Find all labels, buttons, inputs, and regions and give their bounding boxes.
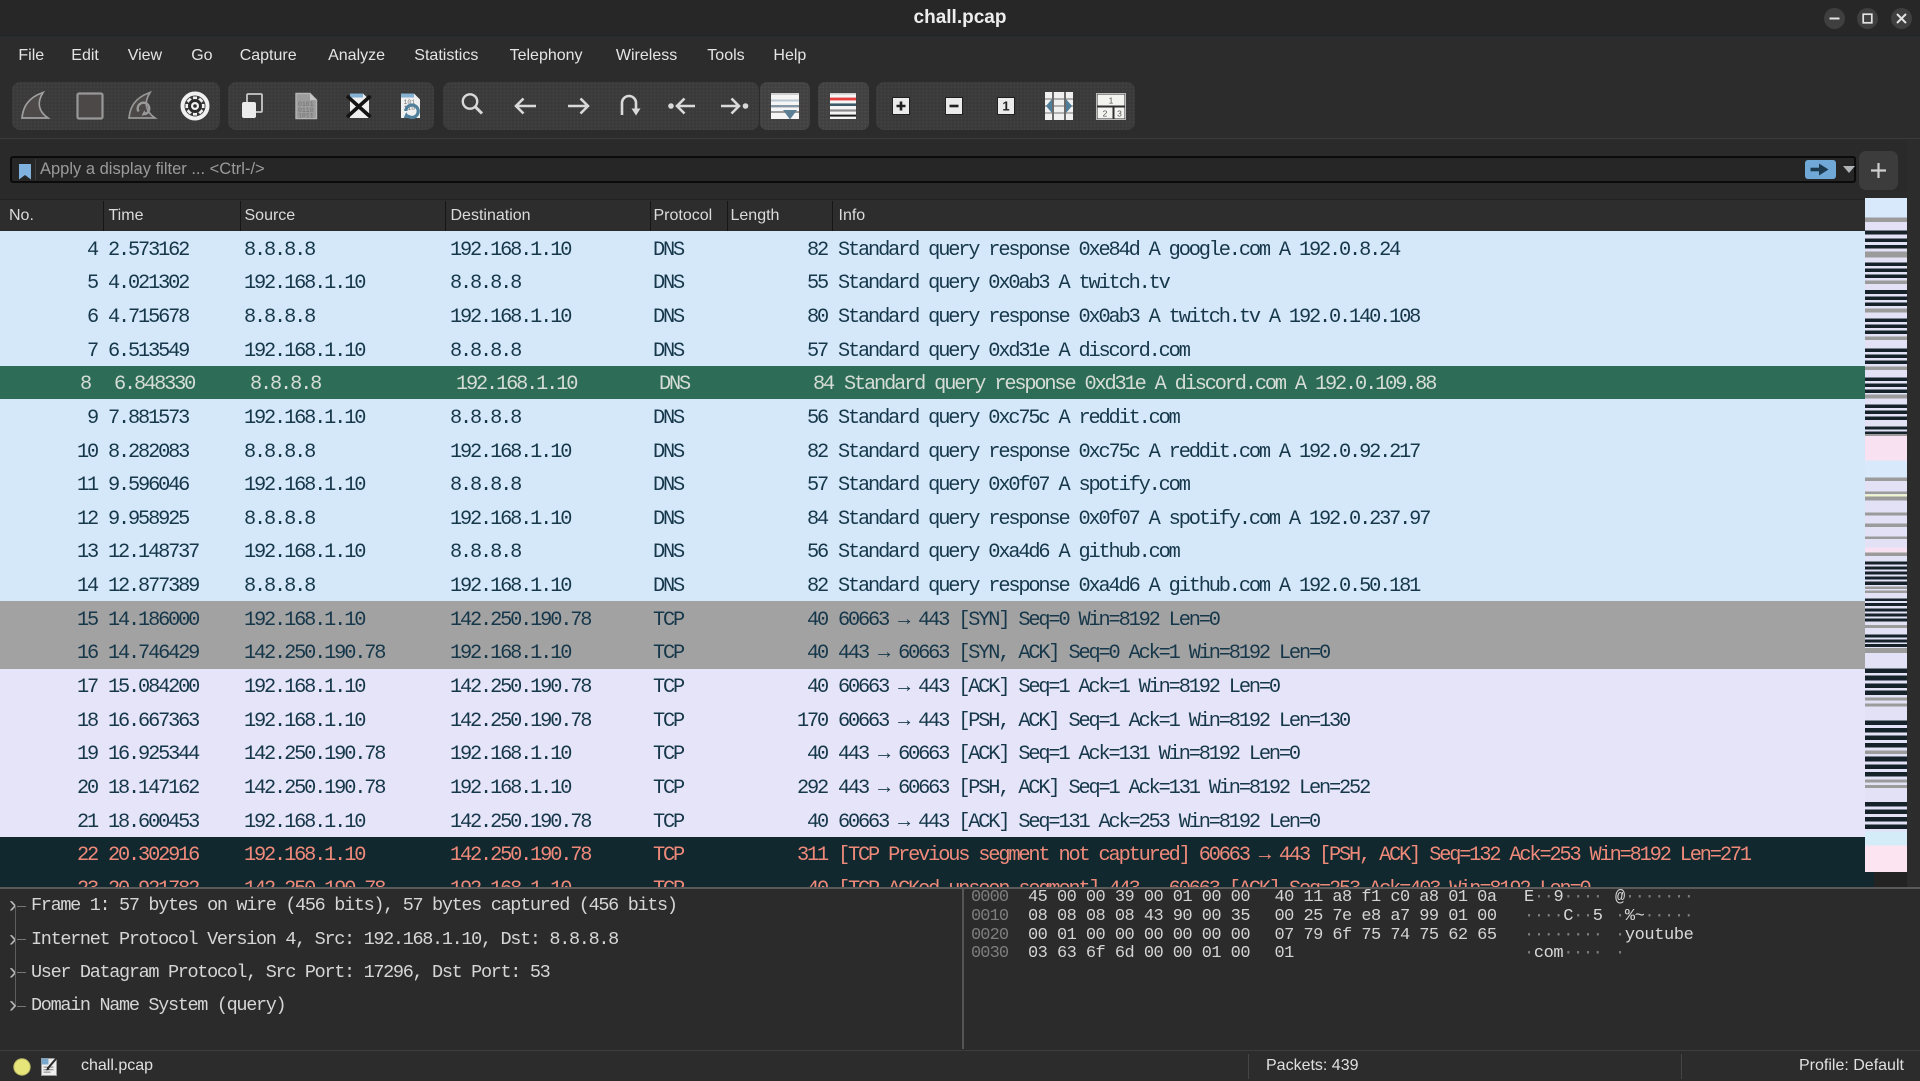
svg-text:3: 3 xyxy=(1117,109,1122,119)
svg-text:2: 2 xyxy=(1103,109,1108,119)
svg-text:1: 1 xyxy=(1002,98,1009,113)
svg-text:1: 1 xyxy=(1109,96,1114,106)
svg-text:1011: 1011 xyxy=(298,113,314,120)
